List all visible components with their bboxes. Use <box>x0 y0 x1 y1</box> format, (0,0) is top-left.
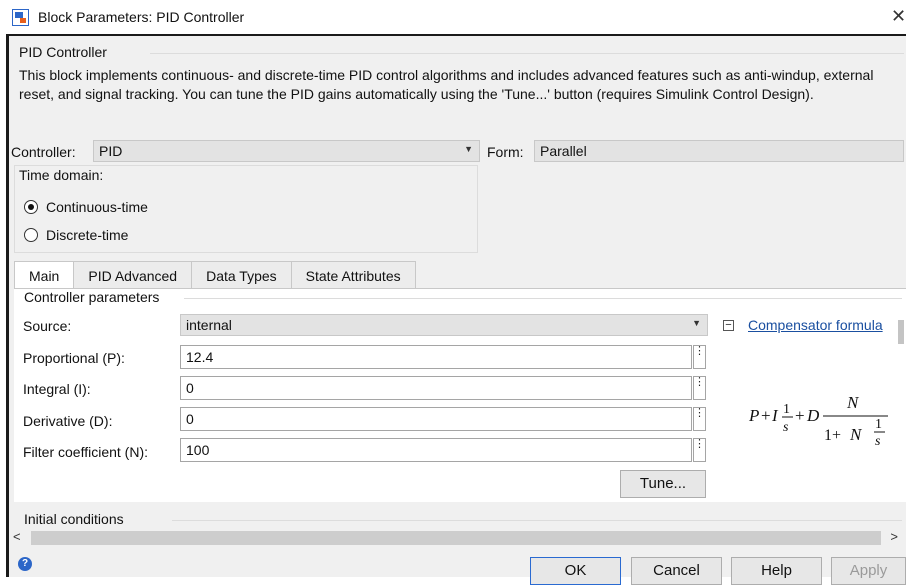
scroll-left-icon[interactable]: < <box>13 529 21 544</box>
controller-parameters-legend: Controller parameters <box>22 289 162 305</box>
initial-conditions-legend: Initial conditions <box>22 511 126 527</box>
tab-data-types[interactable]: Data Types <box>191 261 292 289</box>
source-select[interactable]: internal ▼ <box>180 314 708 336</box>
parameter-menu-icon[interactable]: ⋮ <box>693 376 706 400</box>
form-label: Form: <box>487 144 524 160</box>
formula-plus: + <box>761 406 771 425</box>
discrete-time-label: Discrete-time <box>46 227 129 243</box>
title-bar: Block Parameters: PID Controller ✕ <box>0 0 906 34</box>
close-icon[interactable]: ✕ <box>891 6 906 27</box>
time-domain-legend: Time domain: <box>17 167 106 183</box>
formula-n: N <box>849 425 863 444</box>
formula-one: 1 <box>875 417 882 432</box>
filter-coefficient-label: Filter coefficient (N): <box>23 444 148 460</box>
tab-pid-advanced[interactable]: PID Advanced <box>73 261 193 289</box>
formula-one: 1 <box>783 402 790 417</box>
formula-s: s <box>875 434 881 449</box>
horizontal-scrollbar[interactable]: < > <box>9 528 906 548</box>
form-select[interactable]: Parallel <box>534 140 904 162</box>
block-name-heading: PID Controller <box>17 44 109 60</box>
dropdown-arrow-icon: ▼ <box>692 318 701 328</box>
compensator-formula: P + I 1 s + D N 1+ N 1 s <box>748 393 888 449</box>
compensator-formula-link[interactable]: Compensator formula <box>748 317 902 333</box>
tab-strip: Main PID Advanced Data Types State Attri… <box>14 261 416 290</box>
proportional-field[interactable]: 12.4 <box>180 345 692 369</box>
tab-main[interactable]: Main <box>14 261 75 290</box>
discrete-time-radio[interactable] <box>24 228 38 242</box>
apply-button[interactable]: Apply <box>831 557 906 585</box>
formula-p: P <box>748 406 759 425</box>
dialog-border-top <box>6 34 906 36</box>
window-title: Block Parameters: PID Controller <box>38 9 245 25</box>
formula-i: I <box>771 406 779 425</box>
block-group-line <box>150 53 904 54</box>
block-description: This block implements continuous- and di… <box>19 67 874 102</box>
parameter-menu-icon[interactable]: ⋮ <box>693 438 706 462</box>
formula-d: D <box>806 406 820 425</box>
integral-field[interactable]: 0 <box>180 376 692 400</box>
formula-one-plus: 1+ <box>824 427 841 444</box>
formula-s: s <box>783 420 789 435</box>
scrollbar-thumb[interactable] <box>31 531 881 545</box>
controller-parameters-line <box>184 298 902 299</box>
help-button[interactable]: Help <box>731 557 822 585</box>
source-label: Source: <box>23 318 72 334</box>
parameter-menu-icon[interactable]: ⋮ <box>693 407 706 431</box>
collapse-icon[interactable]: − <box>723 320 734 331</box>
formula-n: N <box>846 393 860 412</box>
help-icon[interactable]: ? <box>18 557 32 571</box>
formula-plus: + <box>795 406 805 425</box>
tab-state-attributes[interactable]: State Attributes <box>290 261 416 289</box>
cancel-button[interactable]: Cancel <box>631 557 722 585</box>
parameter-menu-icon[interactable]: ⋮ <box>693 345 706 369</box>
controller-select[interactable]: PID ▼ <box>93 140 480 162</box>
derivative-field[interactable]: 0 <box>180 407 692 431</box>
continuous-time-radio[interactable] <box>24 200 38 214</box>
filter-coefficient-field[interactable]: 100 <box>180 438 692 462</box>
simulink-block-icon <box>12 9 29 26</box>
derivative-label: Derivative (D): <box>23 413 113 429</box>
controller-label: Controller: <box>11 144 76 160</box>
dialog-border-left <box>6 34 9 577</box>
ok-button[interactable]: OK <box>530 557 621 585</box>
form-value: Parallel <box>540 143 587 159</box>
controller-value: PID <box>99 143 123 159</box>
initial-conditions-line <box>172 520 902 521</box>
vertical-scrollbar[interactable] <box>898 320 904 344</box>
dropdown-arrow-icon: ▼ <box>464 144 473 154</box>
source-value: internal <box>186 317 232 333</box>
scroll-right-icon[interactable]: > <box>890 529 898 544</box>
proportional-label: Proportional (P): <box>23 350 125 366</box>
integral-label: Integral (I): <box>23 381 91 397</box>
continuous-time-label: Continuous-time <box>46 199 148 215</box>
tune-button[interactable]: Tune... <box>620 470 706 498</box>
